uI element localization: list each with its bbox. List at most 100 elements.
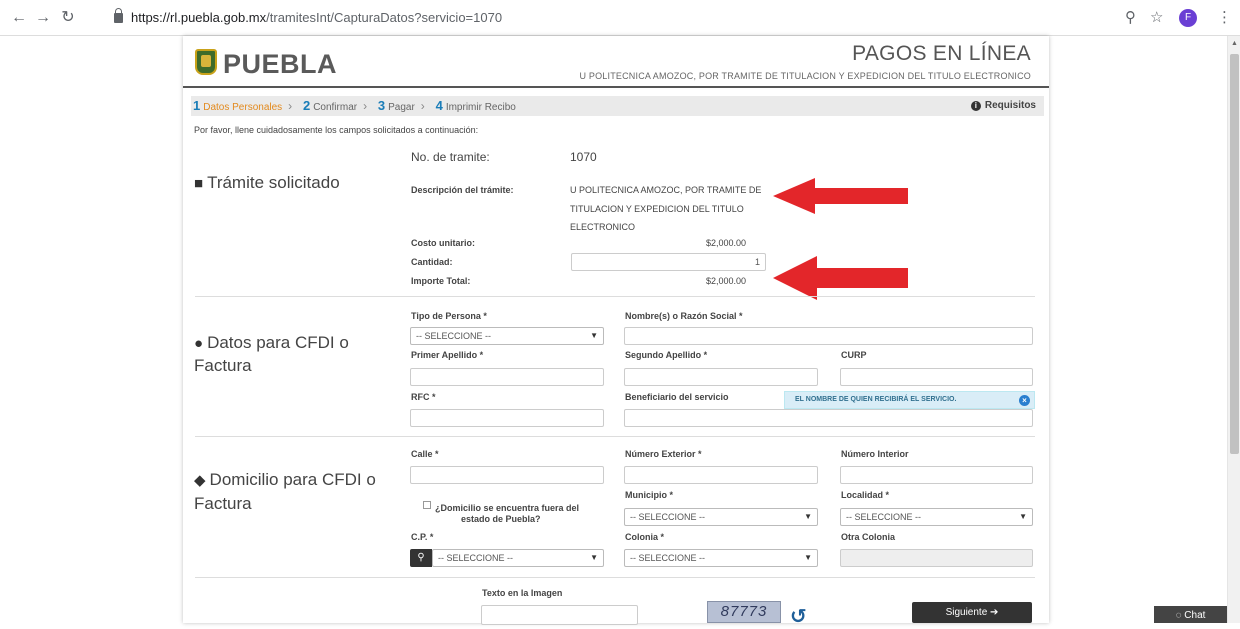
nombre-input[interactable]	[624, 327, 1033, 345]
descripcion-line-3: ELECTRONICO	[570, 222, 636, 232]
cantidad-label: Cantidad:	[411, 257, 453, 267]
instructions: Por favor, llene cuidadosamente los camp…	[194, 125, 479, 135]
scroll-thumb[interactable]	[1230, 54, 1239, 454]
forward-icon[interactable]: →	[34, 9, 52, 27]
fuera-estado-label-1: ¿Domicilio se encuentra fuera del	[435, 503, 580, 513]
num-int-label: Número Interior	[841, 449, 909, 459]
localidad-label: Localidad *	[841, 490, 890, 500]
caret-down-icon: ▼	[1019, 512, 1027, 521]
lock-icon	[114, 8, 123, 23]
descripcion-label: Descripción del trámite:	[411, 185, 514, 195]
divider	[195, 577, 1035, 578]
curp-input[interactable]	[840, 368, 1033, 386]
divider	[195, 296, 1035, 297]
payment-form-page: PUEBLA PAGOS EN LÍNEA U POLITECNICA AMOZ…	[183, 36, 1049, 628]
section-title-cfdi-2: Factura	[194, 356, 252, 375]
red-arrow-icon	[773, 178, 908, 214]
costo-label: Costo unitario:	[411, 238, 475, 248]
chevron-right-icon: ›	[363, 99, 368, 113]
municipio-label: Municipio *	[625, 490, 673, 500]
divider	[195, 436, 1035, 437]
refresh-icon[interactable]: ↺	[790, 604, 807, 629]
num-ext-input[interactable]	[624, 466, 818, 484]
importe-value: $2,000.00	[706, 276, 747, 286]
logo-text: PUEBLA	[223, 49, 338, 79]
cp-label: C.P. *	[411, 532, 434, 542]
otra-colonia-label: Otra Colonia	[841, 532, 896, 542]
descripcion-line-1: U POLITECNICA AMOZOC, POR TRAMITE DE	[570, 185, 762, 195]
no-tramite-label: No. de tramite:	[411, 150, 490, 164]
segundo-apellido-label: Segundo Apellido *	[625, 350, 708, 360]
colonia-select[interactable]: -- SELECCIONE -- ▼	[624, 549, 818, 567]
url-host: https://rl.puebla.gob.mx	[131, 10, 267, 25]
menu-icon[interactable]: ⋮	[1217, 8, 1232, 26]
profile-avatar[interactable]: F	[1179, 9, 1197, 27]
chevron-right-icon: ›	[420, 99, 425, 113]
chat-button[interactable]: ◌ Chat	[1154, 606, 1227, 623]
page-title: PAGOS EN LÍNEA	[852, 42, 1031, 65]
header: PUEBLA PAGOS EN LÍNEA U POLITECNICA AMOZ…	[183, 36, 1049, 88]
captcha-label: Texto en la Imagen	[482, 588, 563, 598]
costo-value: $2,000.00	[706, 238, 747, 248]
localidad-select[interactable]: -- SELECCIONE -- ▼	[840, 508, 1033, 526]
primer-apellido-input[interactable]	[410, 368, 604, 386]
primer-apellido-label: Primer Apellido *	[411, 350, 484, 360]
colonia-label: Colonia *	[625, 532, 665, 542]
red-arrow-icon	[773, 256, 908, 300]
info-icon: i	[970, 101, 981, 111]
num-int-input[interactable]	[840, 466, 1033, 484]
beneficiario-tooltip: EL NOMBRE DE QUIEN RECIBIRÁ EL SERVICIO.…	[784, 391, 1035, 409]
importe-label: Importe Total:	[411, 276, 471, 286]
chevron-right-icon: ›	[288, 99, 293, 113]
progress-steps: 1 Datos Personales › 2 Confirmar › 3 Pagar › 4…	[191, 96, 1044, 116]
municipio-select[interactable]: -- SELECCIONE -- ▼	[624, 508, 818, 526]
rfc-label: RFC *	[411, 392, 436, 402]
nombre-label: Nombre(s) o Razón Social *	[625, 311, 743, 321]
page-subtitle: U POLITECNICA AMOZOC, POR TRAMITE DE TIT…	[579, 71, 1031, 81]
step-datos-personales: 1 Datos Personales	[193, 98, 283, 113]
tipo-persona-label: Tipo de Persona *	[411, 311, 487, 321]
step-confirmar: 2 Confirmar	[302, 98, 358, 113]
address-bar[interactable]: https://rl.puebla.gob.mx/tramitesInt/Cap…	[114, 7, 934, 29]
cantidad-input[interactable]: 1	[571, 253, 766, 271]
calle-label: Calle *	[411, 449, 439, 459]
rfc-input[interactable]	[410, 409, 604, 427]
no-tramite-value: 1070	[570, 150, 597, 164]
descripcion-line-2: TITULACION Y EXPEDICION DEL TITULO	[570, 204, 744, 214]
section-title-tramite: ■ Trámite solicitado	[194, 173, 340, 192]
caret-down-icon: ▼	[590, 553, 598, 562]
scroll-up-icon[interactable]: ▲	[1231, 40, 1238, 47]
tipo-persona-select[interactable]: -- SELECCIONE -- ▼	[410, 327, 604, 345]
fuera-estado-label-2: estado de Puebla?	[461, 514, 541, 524]
caret-down-icon: ▼	[804, 553, 812, 562]
fuera-estado-checkbox[interactable]	[423, 501, 431, 509]
back-icon[interactable]: ←	[10, 9, 28, 27]
caret-down-icon: ▼	[590, 331, 598, 340]
puebla-shield-icon	[195, 49, 217, 75]
browser-toolbar: ← → ↻ https://rl.puebla.gob.mx/tramitesI…	[0, 0, 1240, 36]
num-ext-label: Número Exterior *	[625, 449, 702, 459]
zoom-icon[interactable]: ⚲	[1125, 8, 1136, 26]
star-icon[interactable]: ☆	[1150, 8, 1163, 26]
caret-down-icon: ▼	[804, 512, 812, 521]
captcha-input[interactable]	[481, 605, 638, 625]
section-title-domicilio: ◆ Domicilio para CFDI o	[194, 470, 376, 489]
user-icon: ●	[194, 335, 204, 352]
requisitos-link[interactable]: i Requisitos	[970, 96, 1036, 116]
segundo-apellido-input[interactable]	[624, 368, 818, 386]
beneficiario-input[interactable]	[624, 409, 1033, 427]
section-title-domicilio-2: Factura	[194, 494, 252, 513]
curp-label: CURP	[841, 350, 867, 360]
reload-icon[interactable]: ↻	[59, 9, 77, 27]
step-imprimir-recibo: 4 Imprimir Recibo	[435, 98, 516, 113]
scrollbar[interactable]: ▲	[1227, 36, 1240, 623]
step-pagar: 3 Pagar	[377, 98, 415, 113]
url-path: /tramitesInt/CapturaDatos?servicio=1070	[266, 10, 503, 25]
siguiente-button[interactable]: Siguiente ➔	[912, 602, 1032, 623]
otra-colonia-input	[840, 549, 1033, 567]
close-icon[interactable]: ×	[1019, 395, 1030, 406]
cp-select[interactable]: -- SELECCIONE -- ▼	[432, 549, 604, 567]
calle-input[interactable]	[410, 466, 604, 484]
search-icon[interactable]: ⚲	[410, 549, 432, 567]
map-marker-icon: ◆	[194, 472, 206, 489]
